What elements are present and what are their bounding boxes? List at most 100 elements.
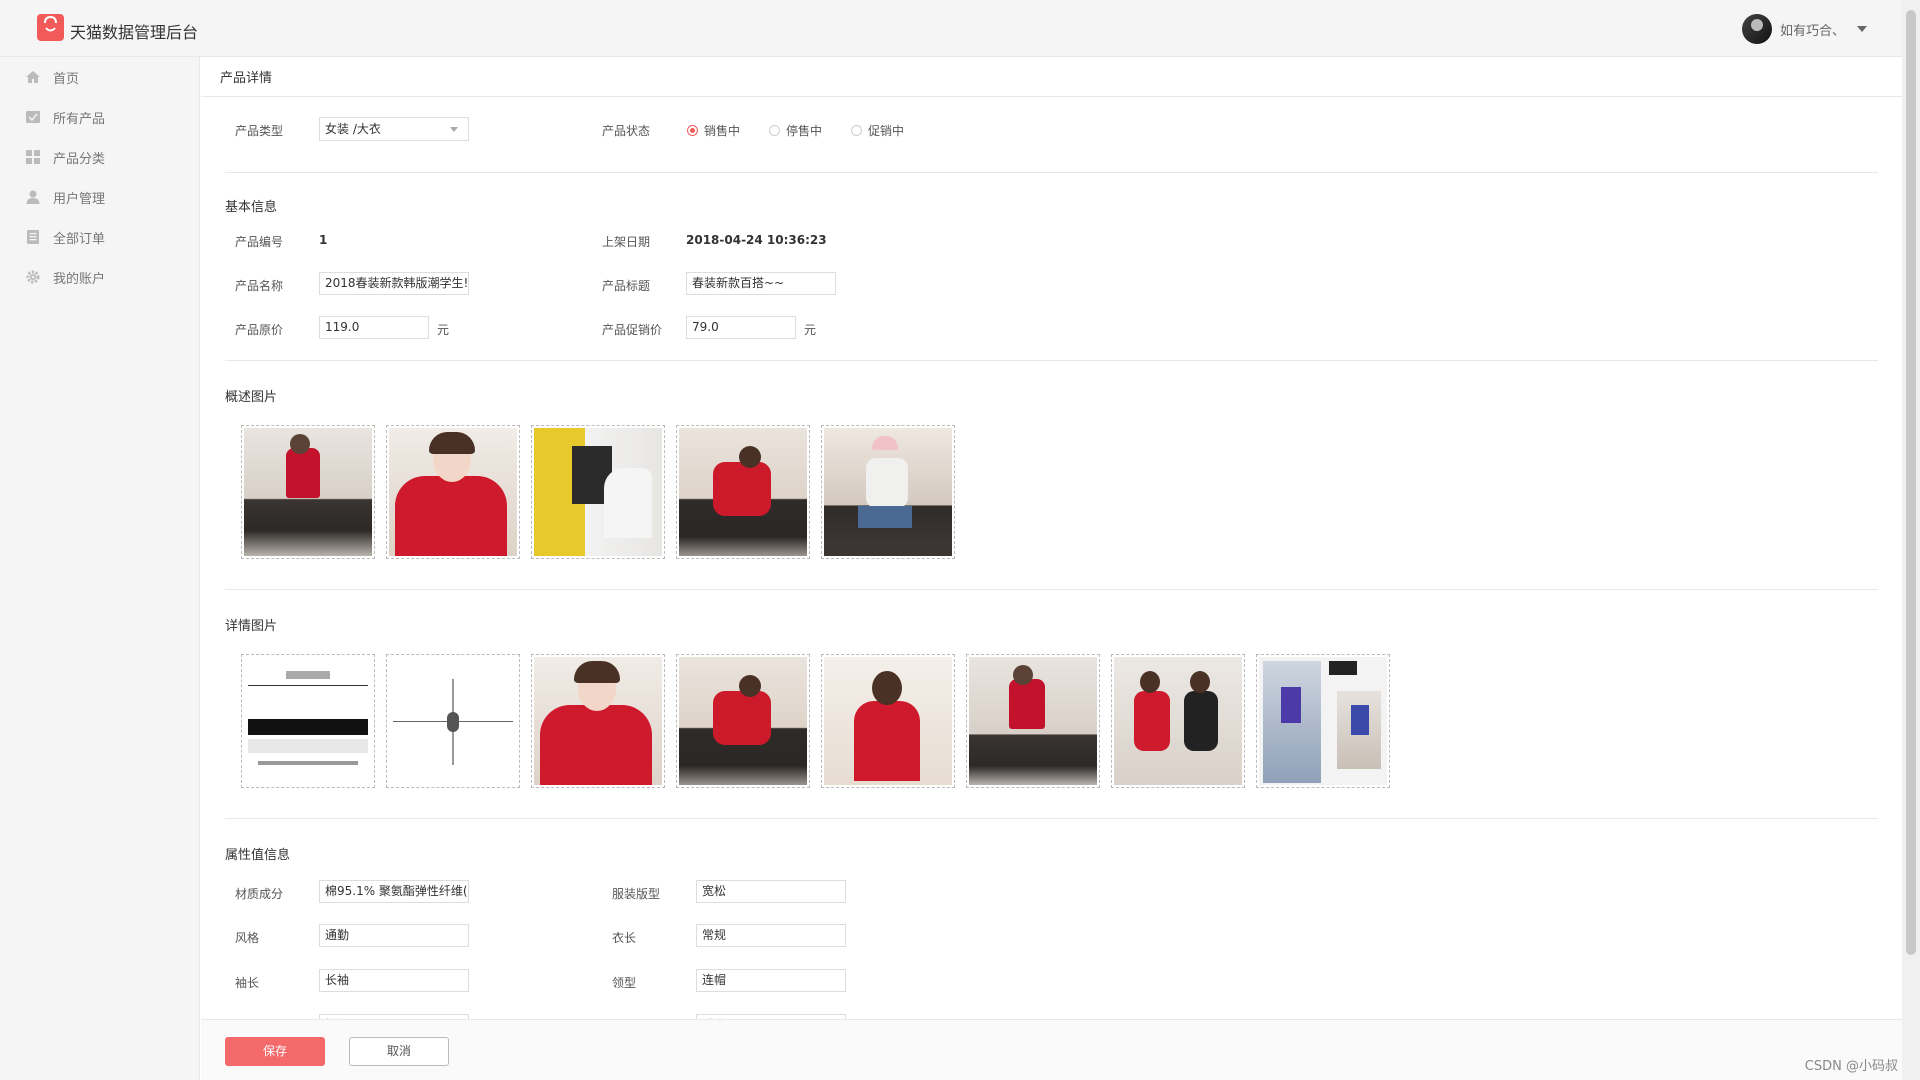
user-icon [25, 189, 41, 205]
attr-label: 服装版型 [612, 887, 661, 901]
sidebar-item-orders[interactable]: 全部订单 [0, 217, 199, 257]
overview-image[interactable] [386, 425, 520, 559]
products-icon [25, 109, 41, 125]
attr-label: 衣长 [612, 931, 637, 945]
home-icon [25, 69, 41, 85]
attr-label: 风格 [235, 931, 260, 945]
detail-image[interactable] [241, 654, 375, 788]
promo-price-input[interactable]: 79.0 [686, 316, 796, 339]
attr-label: 袖长 [235, 976, 260, 990]
attr-label: 材质成分 [235, 887, 284, 901]
logo-icon [37, 14, 64, 41]
status-radio-selling[interactable]: 销售中 [687, 122, 740, 139]
product-id-value: 1 [319, 233, 328, 247]
type-status-row: 产品类型 女装 /大衣 产品状态 销售中 停售中 促销中 [225, 97, 1878, 164]
top-header: 天猫数据管理后台 如有巧合、 [0, 0, 1902, 57]
status-radio-stopped[interactable]: 停售中 [769, 122, 822, 139]
sidebar-item-products[interactable]: 所有产品 [0, 97, 199, 137]
sidebar-item-label: 首页 [53, 71, 80, 87]
chevron-down-icon [450, 127, 458, 132]
order-icon [25, 229, 41, 245]
radio-label: 促销中 [868, 124, 905, 138]
price-unit: 元 [437, 323, 450, 337]
radio-label: 停售中 [786, 124, 823, 138]
attr-row: 图案 拼色 品牌 威米 [225, 1005, 1878, 1019]
product-form: 产品类型 女装 /大衣 产品状态 销售中 停售中 促销中 基本信息 产品编号 1… [201, 97, 1902, 1019]
breadcrumb: 产品详情 [201, 57, 1902, 97]
page-scrollbar[interactable] [1902, 0, 1920, 1080]
overview-image[interactable] [241, 425, 375, 559]
original-price-label: 产品原价 [235, 323, 284, 337]
radio-unchecked-icon[interactable] [769, 125, 780, 136]
radio-unchecked-icon[interactable] [851, 125, 862, 136]
sidebar: 首页 所有产品 产品分类 用户管理 全部订单 我的账户 [0, 57, 200, 1080]
chevron-down-icon[interactable] [1857, 26, 1867, 32]
overview-image[interactable] [676, 425, 810, 559]
promo-price-unit: 元 [804, 323, 817, 337]
detail-image[interactable] [1111, 654, 1245, 788]
status-radio-promo[interactable]: 促销中 [851, 122, 904, 139]
sidebar-item-label: 产品分类 [53, 151, 106, 167]
id-date-row: 产品编号 1 上架日期 2018-04-24 10:36:23 [225, 219, 1878, 263]
attr-length-input[interactable]: 常规 [696, 924, 846, 947]
detail-image[interactable] [676, 654, 810, 788]
category-icon [25, 149, 41, 165]
detail-images-title: 详情图片 [225, 619, 278, 634]
sidebar-item-label: 所有产品 [53, 111, 106, 127]
attr-sleeve-input[interactable]: 长袖 [319, 969, 469, 992]
user-menu[interactable]: 如有巧合、 [1741, 14, 1867, 44]
sidebar-item-label: 我的账户 [53, 271, 106, 287]
scrollbar-thumb[interactable] [1906, 10, 1916, 955]
radio-checked-icon[interactable] [687, 125, 698, 136]
sidebar-item-label: 全部订单 [53, 231, 106, 247]
watermark: CSDN @小码叔 [1804, 1059, 1898, 1074]
attr-row: 风格 通勤 衣长 常规 [225, 915, 1878, 960]
original-price-input[interactable]: 119.0 [319, 316, 429, 339]
shelf-date-label: 上架日期 [602, 235, 651, 249]
attr-material-input[interactable]: 棉95.1% 聚氨酯弹性纤维( [319, 880, 469, 903]
attr-row: 材质成分 棉95.1% 聚氨酯弹性纤维( 服装版型 宽松 [225, 871, 1878, 915]
overview-image[interactable] [531, 425, 665, 559]
app-title: 天猫数据管理后台 [70, 23, 199, 42]
product-id-label: 产品编号 [235, 235, 284, 249]
main-panel: 产品详情 产品类型 女装 /大衣 产品状态 销售中 停售中 促销中 基本信息 产… [201, 57, 1902, 1019]
product-status-label: 产品状态 [602, 124, 651, 138]
attr-collar-input[interactable]: 连帽 [696, 969, 846, 992]
cancel-button[interactable]: 取消 [349, 1037, 449, 1066]
attributes-title: 属性值信息 [225, 848, 291, 863]
attr-row: 袖长 长袖 领型 连帽 [225, 960, 1878, 1005]
gear-icon [25, 269, 41, 285]
overview-image[interactable] [821, 425, 955, 559]
name-title-row: 产品名称 2018春装新款韩版潮学生! 产品标题 春装新款百搭~~ [225, 263, 1878, 307]
product-title-input[interactable]: 春装新款百搭~~ [686, 272, 836, 295]
detail-image[interactable] [386, 654, 520, 788]
detail-images [225, 642, 1878, 818]
form-footer: 保存 取消 [201, 1019, 1902, 1080]
sidebar-item-users[interactable]: 用户管理 [0, 177, 199, 217]
product-type-label: 产品类型 [235, 124, 284, 138]
avatar[interactable] [1741, 14, 1772, 44]
attr-fit-input[interactable]: 宽松 [696, 880, 846, 903]
overview-images [225, 413, 1878, 589]
sidebar-item-account[interactable]: 我的账户 [0, 257, 199, 297]
radio-label: 销售中 [704, 124, 741, 138]
product-title-label: 产品标题 [602, 279, 651, 293]
detail-image[interactable] [1256, 654, 1390, 788]
price-row: 产品原价 119.0 元 产品促销价 79.0 元 [225, 307, 1878, 351]
product-name-label: 产品名称 [235, 279, 284, 293]
product-type-value: 女装 /大衣 [325, 122, 381, 136]
shelf-date-value: 2018-04-24 10:36:23 [686, 233, 827, 247]
sidebar-item-home[interactable]: 首页 [0, 57, 199, 97]
user-name[interactable]: 如有巧合、 [1780, 20, 1845, 39]
promo-price-label: 产品促销价 [602, 323, 663, 337]
overview-images-title: 概述图片 [225, 390, 278, 405]
detail-image[interactable] [531, 654, 665, 788]
product-name-input[interactable]: 2018春装新款韩版潮学生! [319, 272, 469, 295]
sidebar-item-category[interactable]: 产品分类 [0, 137, 199, 177]
attr-label: 领型 [612, 976, 637, 990]
detail-image[interactable] [821, 654, 955, 788]
detail-image[interactable] [966, 654, 1100, 788]
product-type-select[interactable]: 女装 /大衣 [319, 117, 469, 141]
save-button[interactable]: 保存 [225, 1037, 325, 1066]
attr-style-input[interactable]: 通勤 [319, 924, 469, 947]
